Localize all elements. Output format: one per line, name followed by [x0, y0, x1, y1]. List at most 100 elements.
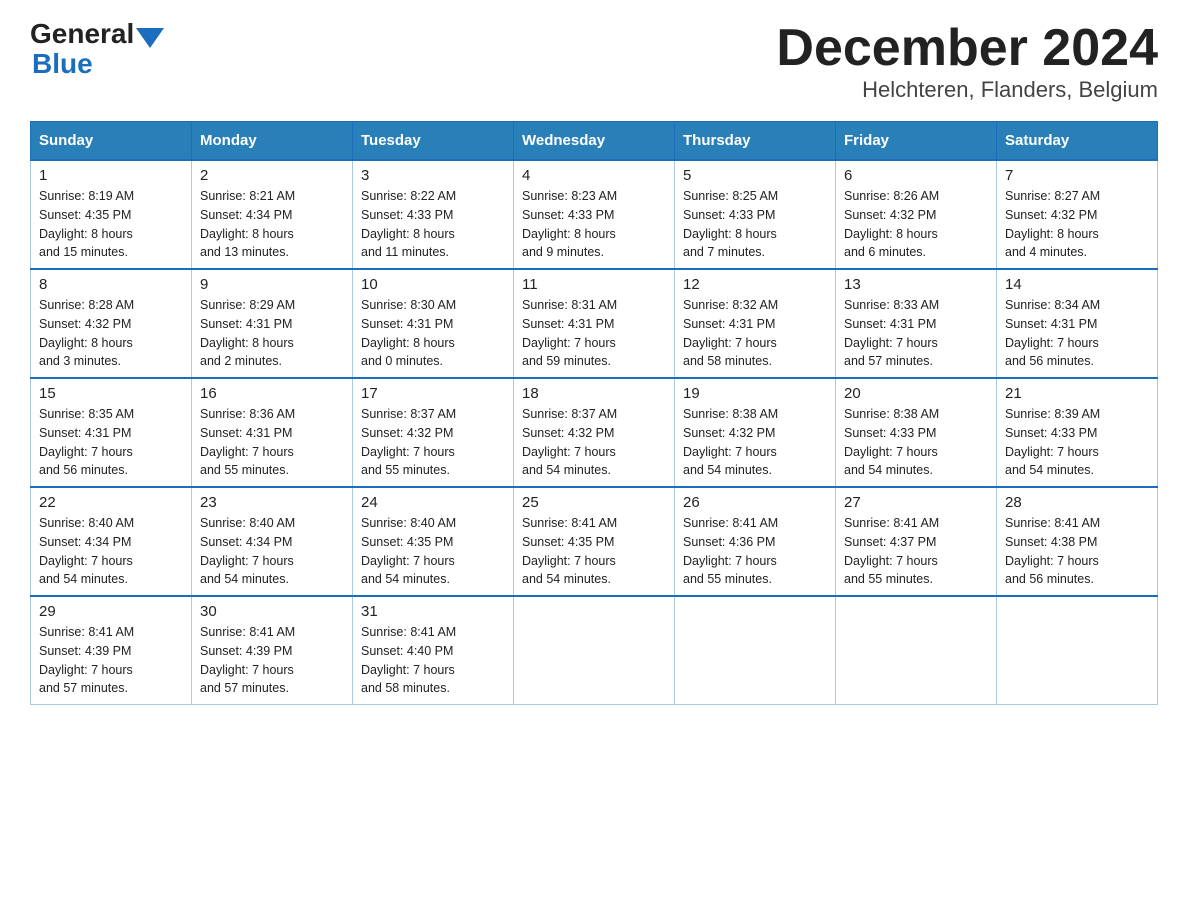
calendar-cell: 30 Sunrise: 8:41 AM Sunset: 4:39 PM Dayli… — [192, 596, 353, 705]
calendar-table: SundayMondayTuesdayWednesdayThursdayFrid… — [30, 121, 1158, 705]
day-number: 21 — [1005, 385, 1149, 402]
day-number: 17 — [361, 385, 505, 402]
calendar-cell: 23 Sunrise: 8:40 AM Sunset: 4:34 PM Dayli… — [192, 487, 353, 596]
week-row-1: 1Sunrise: 8:19 AM Sunset: 4:35 PM Daylig… — [31, 160, 1158, 269]
day-info: Sunrise: 8:41 AM Sunset: 4:35 PM Dayligh… — [522, 514, 666, 589]
calendar-cell: 28 Sunrise: 8:41 AM Sunset: 4:38 PM Dayli… — [997, 487, 1158, 596]
day-info: Sunrise: 8:41 AM Sunset: 4:39 PM Dayligh… — [200, 623, 344, 698]
day-number: 19 — [683, 385, 827, 402]
page-title: December 2024 — [776, 20, 1158, 77]
day-info: Sunrise: 8:35 AM Sunset: 4:31 PM Dayligh… — [39, 405, 183, 480]
day-info: Sunrise: 8:37 AM Sunset: 4:32 PM Dayligh… — [522, 405, 666, 480]
calendar-cell: 18 Sunrise: 8:37 AM Sunset: 4:32 PM Dayli… — [514, 378, 675, 487]
calendar-header-saturday: Saturday — [997, 122, 1158, 161]
day-info: Sunrise: 8:41 AM Sunset: 4:40 PM Dayligh… — [361, 623, 505, 698]
day-info: Sunrise: 8:39 AM Sunset: 4:33 PM Dayligh… — [1005, 405, 1149, 480]
day-info: Sunrise: 8:21 AM Sunset: 4:34 PM Dayligh… — [200, 187, 344, 262]
calendar-cell: 21 Sunrise: 8:39 AM Sunset: 4:33 PM Dayli… — [997, 378, 1158, 487]
calendar-header-thursday: Thursday — [675, 122, 836, 161]
day-info: Sunrise: 8:32 AM Sunset: 4:31 PM Dayligh… — [683, 296, 827, 371]
calendar-cell: 13Sunrise: 8:33 AM Sunset: 4:31 PM Dayli… — [836, 269, 997, 378]
day-info: Sunrise: 8:23 AM Sunset: 4:33 PM Dayligh… — [522, 187, 666, 262]
day-info: Sunrise: 8:38 AM Sunset: 4:33 PM Dayligh… — [844, 405, 988, 480]
day-number: 14 — [1005, 276, 1149, 293]
day-number: 12 — [683, 276, 827, 293]
calendar-cell: 14 Sunrise: 8:34 AM Sunset: 4:31 PM Dayli… — [997, 269, 1158, 378]
day-number: 31 — [361, 603, 505, 620]
day-number: 30 — [200, 603, 344, 620]
week-row-3: 15Sunrise: 8:35 AM Sunset: 4:31 PM Dayli… — [31, 378, 1158, 487]
calendar-cell: 2 Sunrise: 8:21 AM Sunset: 4:34 PM Daylig… — [192, 160, 353, 269]
day-number: 2 — [200, 167, 344, 184]
week-row-4: 22 Sunrise: 8:40 AM Sunset: 4:34 PM Dayli… — [31, 487, 1158, 596]
calendar-cell: 24 Sunrise: 8:40 AM Sunset: 4:35 PM Dayli… — [353, 487, 514, 596]
week-row-5: 29 Sunrise: 8:41 AM Sunset: 4:39 PM Dayli… — [31, 596, 1158, 705]
day-number: 7 — [1005, 167, 1149, 184]
page-header: General Blue December 2024 Helchteren, F… — [30, 20, 1158, 103]
day-info: Sunrise: 8:40 AM Sunset: 4:35 PM Dayligh… — [361, 514, 505, 589]
day-info: Sunrise: 8:28 AM Sunset: 4:32 PM Dayligh… — [39, 296, 183, 371]
title-block: December 2024 Helchteren, Flanders, Belg… — [776, 20, 1158, 103]
calendar-cell: 26 Sunrise: 8:41 AM Sunset: 4:36 PM Dayli… — [675, 487, 836, 596]
day-info: Sunrise: 8:41 AM Sunset: 4:37 PM Dayligh… — [844, 514, 988, 589]
logo: General Blue — [30, 20, 166, 80]
day-number: 13 — [844, 276, 988, 293]
calendar-cell: 25 Sunrise: 8:41 AM Sunset: 4:35 PM Dayli… — [514, 487, 675, 596]
day-info: Sunrise: 8:41 AM Sunset: 4:38 PM Dayligh… — [1005, 514, 1149, 589]
logo-general: General — [30, 20, 134, 48]
day-info: Sunrise: 8:27 AM Sunset: 4:32 PM Dayligh… — [1005, 187, 1149, 262]
day-info: Sunrise: 8:41 AM Sunset: 4:39 PM Dayligh… — [39, 623, 183, 698]
day-number: 5 — [683, 167, 827, 184]
day-info: Sunrise: 8:26 AM Sunset: 4:32 PM Dayligh… — [844, 187, 988, 262]
day-info: Sunrise: 8:41 AM Sunset: 4:36 PM Dayligh… — [683, 514, 827, 589]
day-number: 26 — [683, 494, 827, 511]
day-number: 23 — [200, 494, 344, 511]
day-number: 6 — [844, 167, 988, 184]
day-number: 3 — [361, 167, 505, 184]
calendar-cell: 27 Sunrise: 8:41 AM Sunset: 4:37 PM Dayli… — [836, 487, 997, 596]
calendar-cell: 22 Sunrise: 8:40 AM Sunset: 4:34 PM Dayli… — [31, 487, 192, 596]
calendar-cell — [675, 596, 836, 705]
calendar-cell — [997, 596, 1158, 705]
day-number: 29 — [39, 603, 183, 620]
calendar-header-sunday: Sunday — [31, 122, 192, 161]
day-number: 8 — [39, 276, 183, 293]
logo-triangle-icon — [136, 28, 164, 48]
calendar-cell — [514, 596, 675, 705]
day-info: Sunrise: 8:22 AM Sunset: 4:33 PM Dayligh… — [361, 187, 505, 262]
day-info: Sunrise: 8:34 AM Sunset: 4:31 PM Dayligh… — [1005, 296, 1149, 371]
day-number: 22 — [39, 494, 183, 511]
day-number: 16 — [200, 385, 344, 402]
calendar-cell: 3 Sunrise: 8:22 AM Sunset: 4:33 PM Daylig… — [353, 160, 514, 269]
calendar-cell: 15Sunrise: 8:35 AM Sunset: 4:31 PM Dayli… — [31, 378, 192, 487]
calendar-cell: 5Sunrise: 8:25 AM Sunset: 4:33 PM Daylig… — [675, 160, 836, 269]
calendar-cell: 8 Sunrise: 8:28 AM Sunset: 4:32 PM Daylig… — [31, 269, 192, 378]
calendar-cell: 20Sunrise: 8:38 AM Sunset: 4:33 PM Dayli… — [836, 378, 997, 487]
day-info: Sunrise: 8:31 AM Sunset: 4:31 PM Dayligh… — [522, 296, 666, 371]
calendar-cell — [836, 596, 997, 705]
day-number: 18 — [522, 385, 666, 402]
day-info: Sunrise: 8:38 AM Sunset: 4:32 PM Dayligh… — [683, 405, 827, 480]
day-info: Sunrise: 8:19 AM Sunset: 4:35 PM Dayligh… — [39, 187, 183, 262]
day-number: 9 — [200, 276, 344, 293]
day-info: Sunrise: 8:40 AM Sunset: 4:34 PM Dayligh… — [200, 514, 344, 589]
day-number: 10 — [361, 276, 505, 293]
calendar-header-wednesday: Wednesday — [514, 122, 675, 161]
day-info: Sunrise: 8:30 AM Sunset: 4:31 PM Dayligh… — [361, 296, 505, 371]
day-number: 11 — [522, 276, 666, 293]
week-row-2: 8 Sunrise: 8:28 AM Sunset: 4:32 PM Daylig… — [31, 269, 1158, 378]
day-number: 24 — [361, 494, 505, 511]
calendar-header-tuesday: Tuesday — [353, 122, 514, 161]
calendar-cell: 6 Sunrise: 8:26 AM Sunset: 4:32 PM Daylig… — [836, 160, 997, 269]
calendar-header-row: SundayMondayTuesdayWednesdayThursdayFrid… — [31, 122, 1158, 161]
day-number: 25 — [522, 494, 666, 511]
day-info: Sunrise: 8:29 AM Sunset: 4:31 PM Dayligh… — [200, 296, 344, 371]
calendar-cell: 16Sunrise: 8:36 AM Sunset: 4:31 PM Dayli… — [192, 378, 353, 487]
day-info: Sunrise: 8:40 AM Sunset: 4:34 PM Dayligh… — [39, 514, 183, 589]
calendar-cell: 29 Sunrise: 8:41 AM Sunset: 4:39 PM Dayli… — [31, 596, 192, 705]
calendar-cell: 19 Sunrise: 8:38 AM Sunset: 4:32 PM Dayli… — [675, 378, 836, 487]
calendar-header-friday: Friday — [836, 122, 997, 161]
calendar-header-monday: Monday — [192, 122, 353, 161]
day-number: 27 — [844, 494, 988, 511]
day-number: 28 — [1005, 494, 1149, 511]
